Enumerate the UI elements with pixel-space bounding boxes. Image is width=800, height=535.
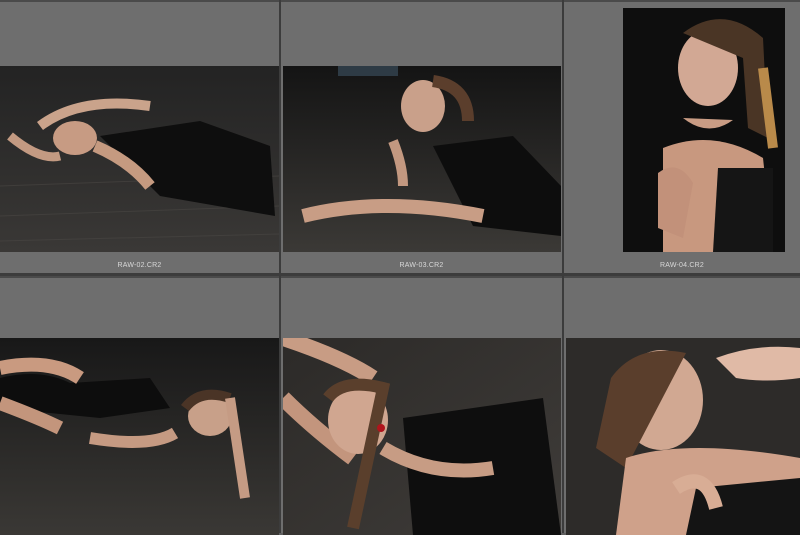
photo-thumbnail-5[interactable] [283,338,561,535]
photo-thumbnail-raw-03[interactable] [283,66,561,252]
grid-cell-raw-04[interactable]: RAW-04.CR2 [564,0,800,273]
grid-cell-5[interactable] [281,276,562,535]
grid-cell-4[interactable] [0,276,279,535]
filename-label: RAW-03.CR2 [399,262,444,269]
library-grid-view: RAW-02.CR2 RAW-03.CR2 RAW-04.CR2 [0,0,800,535]
grid-cell-6[interactable] [564,276,800,535]
filename-label: RAW-02.CR2 [117,262,162,269]
photo-thumbnail-raw-04[interactable] [623,8,785,252]
photo-thumbnail-raw-02[interactable] [0,66,279,252]
photo-thumbnail-4[interactable] [0,338,279,535]
filename-label: RAW-04.CR2 [659,262,704,269]
photo-thumbnail-6[interactable] [566,338,800,535]
grid-cell-raw-03[interactable]: RAW-03.CR2 [281,0,562,273]
grid-cell-raw-02[interactable]: RAW-02.CR2 [0,0,279,273]
